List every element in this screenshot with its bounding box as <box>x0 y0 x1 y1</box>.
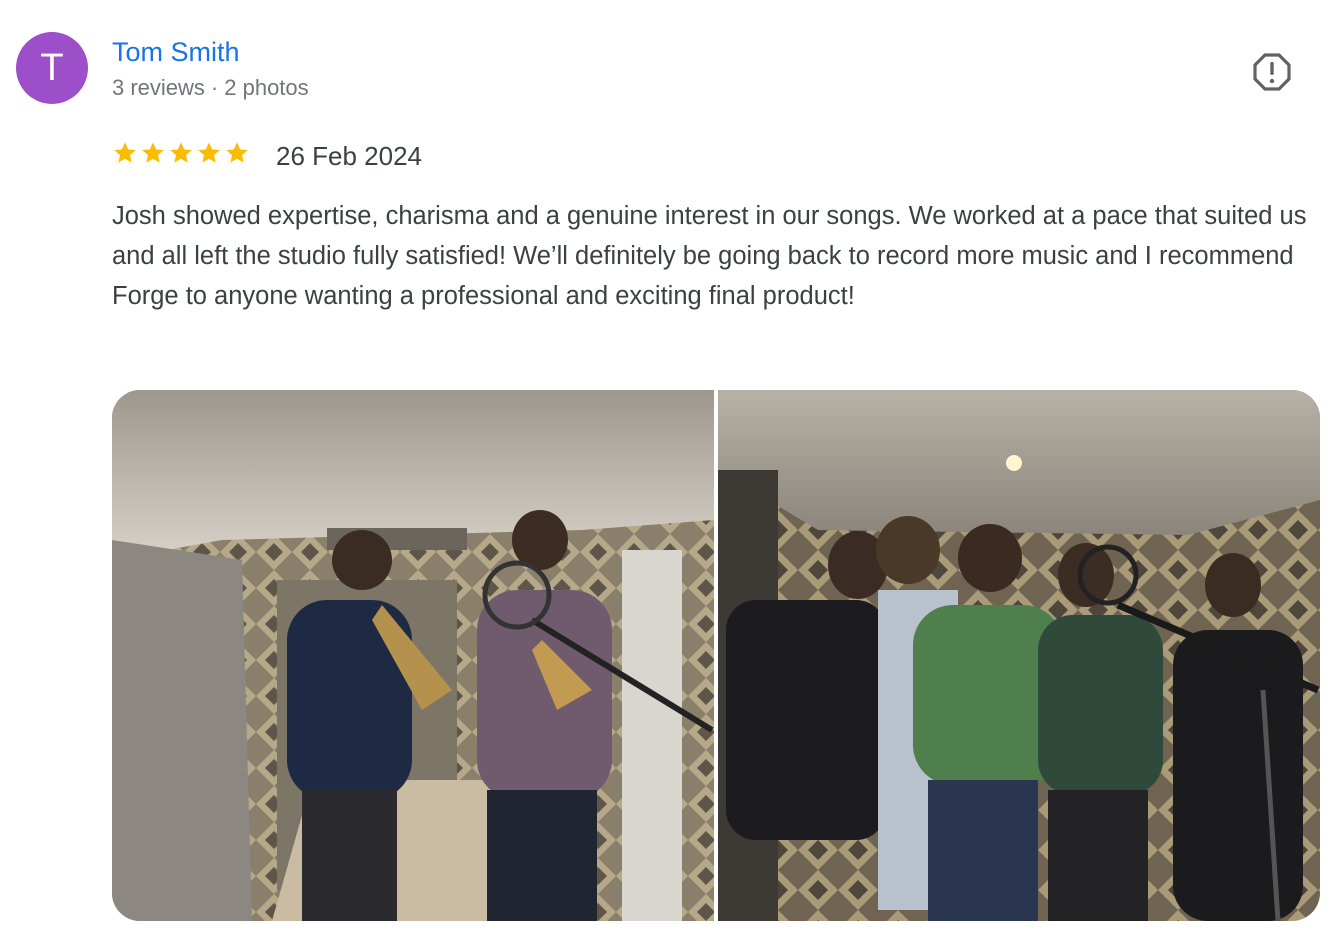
star-icon <box>142 142 164 163</box>
reviewer-name-link[interactable]: Tom Smith <box>112 36 240 68</box>
star-icon <box>114 142 136 163</box>
photo-count: 2 photos <box>224 75 309 100</box>
meta-separator: · <box>210 75 219 100</box>
review-count: 3 reviews <box>112 75 205 100</box>
review-photo-trumpet-players[interactable] <box>112 390 714 921</box>
star-icon <box>170 142 192 163</box>
star-rating <box>112 140 250 166</box>
star-icon <box>198 142 220 163</box>
star-icon <box>226 142 248 163</box>
report-flag-icon[interactable] <box>1252 52 1292 92</box>
review-photos <box>112 390 1320 921</box>
review-text: Josh showed expertise, charisma and a ge… <box>112 202 1307 310</box>
review-date: 26 Feb 2024 <box>276 141 423 171</box>
avatar-initial: T <box>40 46 64 89</box>
review-photo-band-group[interactable] <box>718 390 1320 921</box>
reviewer-meta: 3 reviews · 2 photos <box>112 74 309 102</box>
avatar[interactable]: T <box>16 32 88 104</box>
